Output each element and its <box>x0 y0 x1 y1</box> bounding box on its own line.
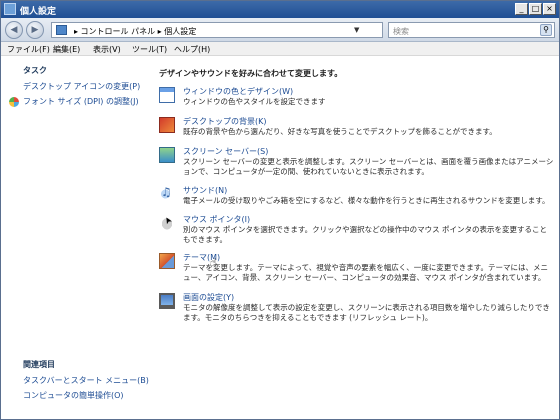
close-button[interactable]: × <box>543 3 556 15</box>
menu-file[interactable]: ファイル(F) <box>7 44 50 55</box>
display-settings-link[interactable]: 画面の設定(Y) <box>183 292 234 303</box>
address-field[interactable]: ▸ コントロール パネル ▸ 個人設定 ▼ ↻ <box>51 22 433 38</box>
ease-of-access-link[interactable]: コンピュータの簡単操作(O) <box>23 390 124 401</box>
display-settings-description: モニタの解像度を調整して表示の設定を変更し、スクリーンに表示される項目数を増やし… <box>183 303 550 322</box>
mouse-pointer-description: 別のマウス ポインタを選択できます。クリックや選択などの操作中のマウス ポインタ… <box>183 225 548 244</box>
sound-icon[interactable] <box>159 185 175 202</box>
chevron-down-icon[interactable]: ▼ <box>354 26 359 34</box>
screensaver-icon[interactable] <box>159 147 175 163</box>
forward-button[interactable]: ▶ <box>26 21 44 39</box>
minimize-button[interactable]: _ <box>515 3 528 15</box>
mouse-pointer-icon[interactable] <box>159 215 175 231</box>
desktop-background-description: 既存の背景や色から選んだり、好きな写真を使うことでデスクトップを飾ることができま… <box>183 127 497 136</box>
adjust-font-size-link[interactable]: フォント サイズ (DPI) の調整(J) <box>23 96 139 107</box>
screensaver-description: スクリーン セーバーの変更と表示を調整します。スクリーン セーバーとは、画面を覆… <box>183 157 554 176</box>
menu-view[interactable]: 表示(V) <box>93 44 121 55</box>
search-icon[interactable]: ⚲ <box>540 24 552 36</box>
back-button[interactable]: ◀ <box>5 21 23 39</box>
personalization-app-icon <box>4 3 16 15</box>
menu-bar: ファイル(F) 編集(E) 表示(V) ツール(T) ヘルプ(H) <box>1 42 559 56</box>
desktop-background-link[interactable]: デスクトップの背景(K) <box>183 116 267 127</box>
personalization-window: 個人設定 _ □ × ◀ ▶ ▸ コントロール パネル ▸ 個人設定 ▼ ↻ 検… <box>0 0 560 420</box>
maximize-button[interactable]: □ <box>529 3 542 15</box>
main-content: デザインやサウンドを好みに合わせて変更します。 ウィンドウの色とデザイン(W) … <box>149 56 559 419</box>
window-title: 個人設定 <box>20 7 57 17</box>
theme-icon[interactable] <box>159 253 175 269</box>
menu-edit[interactable]: 編集(E) <box>53 44 80 55</box>
search-placeholder: 検索 <box>393 27 409 36</box>
breadcrumb[interactable]: ▸ コントロール パネル ▸ 個人設定 <box>74 26 196 37</box>
task-pane: タスク デスクトップ アイコンの変更(P) フォント サイズ (DPI) の調整… <box>1 56 149 419</box>
address-bar: ◀ ▶ ▸ コントロール パネル ▸ 個人設定 ▼ ↻ 検索 ⚲ <box>1 18 559 42</box>
sound-link[interactable]: サウンド(N) <box>183 185 227 196</box>
page-title: デザインやサウンドを好みに合わせて変更します。 <box>159 69 343 78</box>
mouse-pointer-link[interactable]: マウス ポインタ(I) <box>183 214 250 225</box>
hand-cursor-icon: ☝ <box>210 256 217 269</box>
menu-tools[interactable]: ツール(T) <box>132 44 167 55</box>
change-desktop-icons-link[interactable]: デスクトップ アイコンの変更(P) <box>23 81 140 92</box>
desktop-background-icon[interactable] <box>159 117 175 133</box>
taskbar-start-menu-link[interactable]: タスクバーとスタート メニュー(B) <box>23 375 149 386</box>
title-bar: 個人設定 _ □ × <box>1 1 559 18</box>
uac-shield-icon <box>9 97 19 107</box>
related-heading: 関連項目 <box>23 360 55 369</box>
control-panel-icon <box>56 25 67 35</box>
window-color-description: ウィンドウの色やスタイルを設定できます <box>183 97 326 106</box>
window-color-link[interactable]: ウィンドウの色とデザイン(W) <box>183 86 293 97</box>
search-input[interactable]: 検索 ⚲ <box>388 22 555 38</box>
screensaver-link[interactable]: スクリーン セーバー(S) <box>183 146 268 157</box>
menu-help[interactable]: ヘルプ(H) <box>174 44 210 55</box>
window-color-icon[interactable] <box>159 87 175 103</box>
display-settings-icon[interactable] <box>159 293 175 309</box>
theme-description: テーマを変更します。テーマによって、視覚や音声の要素を幅広く、一度に変更できます… <box>183 263 549 282</box>
sound-description: 電子メールの受け取りやごみ箱を空にするなど、様々な動作を行うときに再生されるサウ… <box>183 196 550 205</box>
tasks-heading: タスク <box>23 66 47 75</box>
